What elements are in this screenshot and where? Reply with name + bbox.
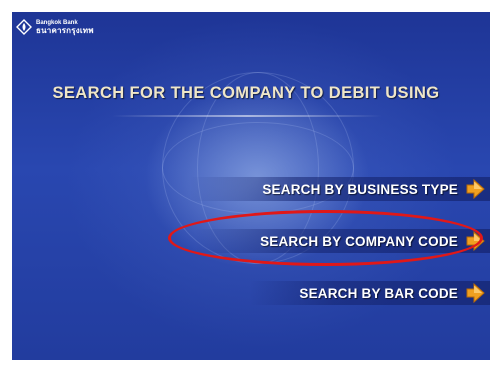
option-label: SEARCH BY BAR CODE	[299, 285, 458, 301]
title-divider	[112, 115, 382, 117]
search-by-bar-code-button[interactable]: SEARCH BY BAR CODE	[250, 278, 490, 308]
atm-screen: Bangkok Bank ธนาคารกรุงเทพ SEARCH FOR TH…	[12, 12, 490, 360]
lotus-diamond-icon	[16, 19, 32, 35]
bank-name-english: Bangkok Bank	[36, 19, 78, 26]
bank-name-thai: ธนาคารกรุงเทพ	[36, 25, 94, 35]
arrow-right-icon	[466, 178, 485, 200]
highlight-ellipse-annotation	[168, 210, 483, 266]
bank-logo: Bangkok Bank ธนาคารกรุงเทพ	[16, 15, 94, 39]
screen-title: SEARCH FOR THE COMPANY TO DEBIT USING	[52, 84, 440, 102]
search-by-business-type-button[interactable]: SEARCH BY BUSINESS TYPE	[190, 174, 490, 204]
atm-photo-frame: Bangkok Bank ธนาคารกรุงเทพ SEARCH FOR TH…	[0, 0, 492, 367]
option-label: SEARCH BY BUSINESS TYPE	[262, 181, 458, 197]
arrow-right-icon	[466, 282, 485, 304]
